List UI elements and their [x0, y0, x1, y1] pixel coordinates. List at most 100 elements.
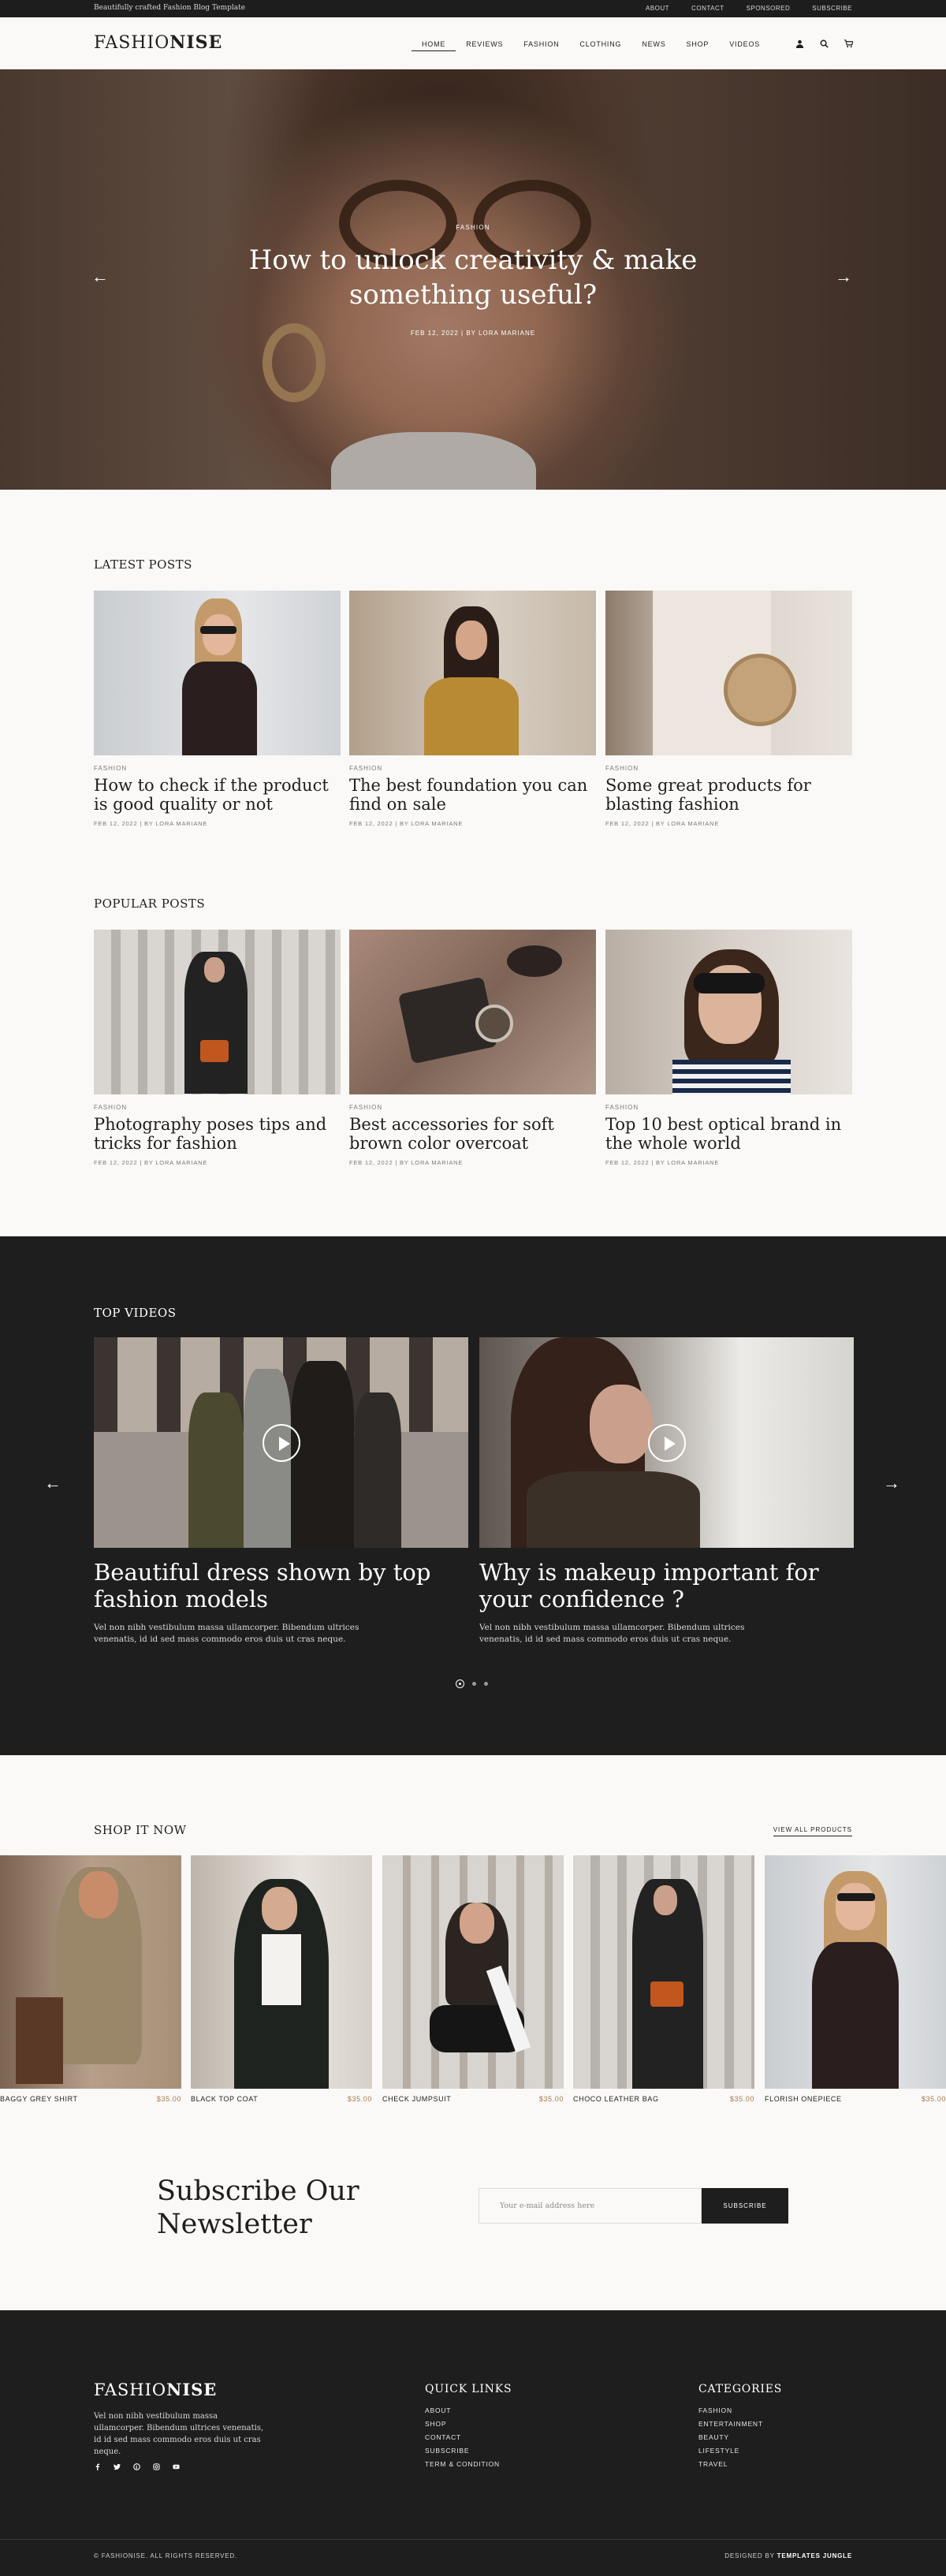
top-link-about[interactable]: ABOUT [646, 5, 669, 12]
pagination-dot[interactable] [472, 1682, 476, 1686]
video-card[interactable]: Beautiful dress shown by top fashion mod… [94, 1337, 468, 1646]
top-link-contact[interactable]: CONTACT [691, 5, 724, 12]
designer-link[interactable]: TEMPLATES JUNGLE [777, 2552, 852, 2559]
cart-icon[interactable] [844, 39, 853, 48]
post-card[interactable]: FASHION Photography poses tips and trick… [94, 930, 341, 1166]
videos-prev-arrow-icon[interactable]: ← [44, 1473, 61, 1493]
product-name[interactable]: CHOCO LEATHER BAG [573, 2095, 659, 2103]
videos-next-arrow-icon[interactable]: → [883, 1473, 900, 1493]
post-meta: FEB 12, 2022 | BY LORA MARIANE [349, 1159, 464, 1166]
pinterest-icon[interactable] [133, 2463, 140, 2470]
post-title[interactable]: The best foundation you can find on sale [349, 776, 596, 814]
instagram-icon[interactable] [153, 2463, 160, 2470]
product-image[interactable] [191, 1855, 372, 2089]
video-card[interactable]: Why is makeup important for your confide… [479, 1337, 854, 1646]
product-name[interactable]: FLORISH ONEPIECE [765, 2095, 842, 2103]
post-category[interactable]: FASHION [349, 765, 596, 772]
product-name[interactable]: BLACK TOP COAT [191, 2095, 258, 2103]
video-title[interactable]: Why is makeup important for your confide… [479, 1559, 854, 1612]
product-card[interactable]: CHOCO LEATHER BAG $35.00 [573, 1855, 754, 2103]
post-image[interactable] [605, 591, 852, 755]
product-image[interactable] [573, 1855, 754, 2089]
social-links [94, 2463, 180, 2470]
footer-link-shop[interactable]: SHOP [425, 2420, 512, 2428]
logo[interactable]: FASHIONISE [94, 32, 222, 53]
product-image[interactable] [0, 1855, 181, 2089]
nav-home[interactable]: HOME [412, 40, 456, 51]
product-price: $35.00 [156, 2095, 181, 2103]
nav-shop[interactable]: SHOP [676, 40, 720, 51]
post-category[interactable]: FASHION [605, 1104, 852, 1111]
post-title[interactable]: Top 10 best optical brand in the whole w… [605, 1115, 852, 1153]
post-title[interactable]: Some great products for blasting fashion [605, 776, 852, 814]
footer-category-travel[interactable]: TRAVEL [698, 2460, 782, 2468]
post-card[interactable]: FASHION The best foundation you can find… [349, 591, 596, 827]
post-image[interactable] [94, 930, 341, 1094]
product-card[interactable]: CHECK JUMPSUIT $35.00 [382, 1855, 564, 2103]
post-category[interactable]: FASHION [94, 1104, 341, 1111]
footer-category-lifestyle[interactable]: LIFESTYLE [698, 2447, 782, 2455]
search-icon[interactable] [820, 39, 829, 48]
product-image[interactable] [765, 1855, 946, 2089]
footer-logo[interactable]: FASHIONISE [94, 2380, 217, 2399]
video-thumbnail[interactable] [479, 1337, 854, 1548]
subscribe-button[interactable]: SUBSCRIBE [702, 2188, 788, 2224]
nav-videos[interactable]: VIDEOS [719, 40, 770, 51]
footer-category-fashion[interactable]: FASHION [698, 2406, 782, 2414]
nav-reviews[interactable]: REVIEWS [456, 40, 513, 51]
view-all-products-link[interactable]: VIEW ALL PRODUCTS [773, 1826, 852, 1836]
footer-link-about[interactable]: ABOUT [425, 2406, 512, 2414]
categories-title: CATEGORIES [698, 2383, 783, 2395]
post-title[interactable]: Best accessories for soft brown color ov… [349, 1115, 596, 1153]
copyright: © FASHIONISE. ALL RIGHTS RESERVED. [94, 2552, 238, 2559]
footer-link-contact[interactable]: CONTACT [425, 2433, 512, 2441]
twitter-icon[interactable] [114, 2463, 121, 2470]
post-category[interactable]: FASHION [605, 765, 852, 772]
post-card[interactable]: FASHION Some great products for blasting… [605, 591, 852, 827]
product-name[interactable]: CHECK JUMPSUIT [382, 2095, 451, 2103]
footer-category-beauty[interactable]: BEAUTY [698, 2433, 782, 2441]
play-icon[interactable] [262, 1423, 300, 1462]
video-pagination [456, 1679, 488, 1688]
post-card[interactable]: FASHION Top 10 best optical brand in the… [605, 930, 852, 1166]
post-category[interactable]: FASHION [94, 765, 341, 772]
product-image[interactable] [382, 1855, 564, 2089]
hero-title[interactable]: How to unlock creativity & make somethin… [236, 243, 710, 312]
post-card[interactable]: FASHION Best accessories for soft brown … [349, 930, 596, 1166]
product-card[interactable]: BLACK TOP COAT $35.00 [191, 1855, 372, 2103]
post-image[interactable] [605, 930, 852, 1094]
newsletter-email-input[interactable]: Your e-mail address here [479, 2188, 702, 2224]
top-link-subscribe[interactable]: SUBSCRIBE [812, 5, 852, 12]
nav-fashion[interactable]: FASHION [513, 40, 569, 51]
post-title[interactable]: Photography poses tips and tricks for fa… [94, 1115, 341, 1153]
video-thumbnail[interactable] [94, 1337, 468, 1548]
post-category[interactable]: FASHION [349, 1104, 596, 1111]
post-card[interactable]: FASHION How to check if the product is g… [94, 591, 341, 827]
footer-link-terms[interactable]: TERM & CONDITION [425, 2460, 512, 2468]
product-card[interactable]: FLORISH ONEPIECE $35.00 [765, 1855, 946, 2103]
youtube-icon[interactable] [173, 2463, 180, 2470]
facebook-icon[interactable] [94, 2463, 101, 2470]
post-image[interactable] [94, 591, 341, 755]
nav-news[interactable]: NEWS [631, 40, 676, 51]
site-header: FASHIONISE HOME REVIEWS FASHION CLOTHING… [0, 17, 946, 69]
product-name[interactable]: BAGGY GREY SHIRT [0, 2095, 78, 2103]
product-card[interactable]: BAGGY GREY SHIRT $35.00 [0, 1855, 181, 2103]
hero-meta: FEB 12, 2022 | BY LORA MARIANE [410, 330, 536, 337]
footer-link-subscribe[interactable]: SUBSCRIBE [425, 2447, 512, 2455]
quick-links-title: QUICK LINKS [425, 2383, 512, 2395]
post-image[interactable] [349, 930, 596, 1094]
video-title[interactable]: Beautiful dress shown by top fashion mod… [94, 1559, 468, 1612]
nav-clothing[interactable]: CLOTHING [569, 40, 631, 51]
user-icon[interactable] [795, 39, 804, 48]
post-image[interactable] [349, 591, 596, 755]
pagination-dot[interactable] [484, 1682, 488, 1686]
hero-category[interactable]: FASHION [0, 224, 946, 231]
play-icon[interactable] [647, 1423, 686, 1462]
top-link-sponsored[interactable]: SPONSORED [747, 5, 791, 12]
pagination-dot[interactable] [456, 1679, 464, 1688]
hero-prev-arrow-icon[interactable]: ← [91, 267, 109, 287]
hero-next-arrow-icon[interactable]: → [835, 267, 852, 287]
post-title[interactable]: How to check if the product is good qual… [94, 776, 341, 814]
footer-category-entertainment[interactable]: ENTERTAINMENT [698, 2420, 782, 2428]
